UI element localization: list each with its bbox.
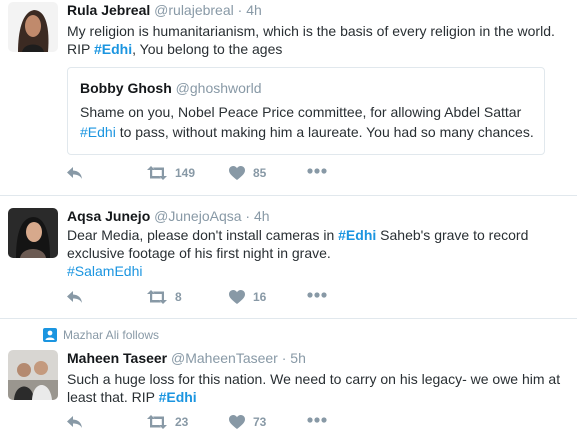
author-name[interactable]: Aqsa Junejo (67, 208, 150, 224)
reply-button[interactable] (67, 166, 83, 180)
avatar[interactable] (8, 2, 58, 52)
more-button[interactable] (307, 168, 327, 174)
retweet-icon (147, 290, 167, 304)
tweet-maheen-taseer: Mazhar Ali follows Maheen Taseer @Maheen… (0, 319, 577, 439)
social-context-text[interactable]: Mazhar Ali follows (63, 328, 159, 342)
avatar[interactable] (8, 208, 58, 258)
tweet-text-line: My religion is humanitarianism, which is… (67, 23, 555, 39)
tweet-aqsa-junejo: Aqsa Junejo @JunejoAqsa · 4h Dear Media,… (0, 196, 577, 318)
author-name[interactable]: Rula Jebreal (67, 2, 150, 18)
text-fragment: , You belong to the ages (132, 41, 283, 57)
tweet-header: Maheen Taseer @MaheenTaseer · 5h (67, 350, 306, 366)
hashtag-link[interactable]: #SalamEdhi (67, 263, 143, 279)
like-button[interactable]: 16 (229, 290, 266, 304)
tweet-text-line: least that. RIP #Edhi (67, 388, 567, 406)
reply-button[interactable] (67, 290, 83, 304)
more-icon (307, 292, 327, 298)
reply-button[interactable] (67, 415, 83, 429)
quoted-author-name: Bobby Ghosh (80, 80, 172, 96)
author-handle[interactable]: @MaheenTaseer (171, 350, 278, 366)
retweet-icon (147, 415, 167, 429)
text-fragment: to pass, without making him a laureate. … (115, 124, 534, 140)
tweet-header: Rula Jebreal @rulajebreal · 4h (67, 2, 262, 18)
more-icon (307, 168, 327, 174)
text-fragment: Saheb's grave to record (376, 227, 529, 243)
quoted-author-handle: @ghoshworld (175, 80, 262, 96)
tweet-text-line: Dear Media, please don't install cameras… (67, 226, 567, 244)
heart-icon (229, 290, 245, 304)
text-fragment: RIP (67, 41, 94, 57)
author-handle[interactable]: @rulajebreal (154, 2, 234, 18)
tweet-rula-jebreal: Rula Jebreal @rulajebreal · 4h My religi… (0, 0, 577, 195)
tweet-header: Aqsa Junejo @JunejoAqsa · 4h (67, 208, 270, 224)
heart-icon (229, 415, 245, 429)
retweet-count: 8 (175, 290, 182, 304)
retweet-button[interactable]: 23 (147, 415, 188, 429)
reply-icon (67, 167, 82, 179)
hashtag-link[interactable]: #Edhi (159, 389, 197, 405)
hashtag-link[interactable]: #Edhi (94, 41, 132, 57)
hashtag-link[interactable]: #Edhi (338, 227, 376, 243)
like-button[interactable]: 85 (229, 166, 266, 180)
social-context: Mazhar Ali follows (43, 328, 159, 342)
follow-icon (43, 328, 57, 342)
more-icon (307, 417, 327, 423)
reply-icon (67, 291, 82, 303)
author-name[interactable]: Maheen Taseer (67, 350, 167, 366)
quoted-tweet-text: Shame on you, Nobel Peace Price committe… (80, 102, 540, 142)
quoted-tweet[interactable]: Bobby Ghosh @ghoshworld Shame on you, No… (67, 67, 545, 155)
tweet-text-line: exclusive footage of his first night in … (67, 245, 331, 261)
quoted-tweet-header: Bobby Ghosh @ghoshworld (80, 80, 261, 96)
author-handle[interactable]: @JunejoAqsa (154, 208, 241, 224)
hashtag-link[interactable]: #Edhi (80, 124, 116, 140)
timestamp[interactable]: 5h (290, 350, 306, 366)
retweet-button[interactable]: 149 (147, 166, 195, 180)
retweet-button[interactable]: 8 (147, 290, 182, 304)
timestamp[interactable]: 4h (254, 208, 270, 224)
tweet-text-line: RIP #Edhi, You belong to the ages (67, 40, 567, 58)
retweet-count: 149 (175, 166, 196, 180)
quoted-text-line: #Edhi to pass, without making him a laur… (80, 122, 540, 142)
text-fragment: least that. RIP (67, 389, 159, 405)
avatar[interactable] (8, 350, 58, 400)
retweet-icon (147, 166, 167, 180)
more-button[interactable] (307, 417, 327, 423)
tweet-text-line: Such a huge loss for this nation. We nee… (67, 371, 561, 387)
more-button[interactable] (307, 292, 327, 298)
like-count: 85 (253, 166, 267, 180)
like-count: 73 (253, 415, 267, 429)
quoted-text-line: Shame on you, Nobel Peace Price committe… (80, 104, 522, 120)
separator: · (245, 208, 251, 224)
like-button[interactable]: 73 (229, 415, 266, 429)
timestamp[interactable]: 4h (246, 2, 262, 18)
tweet-text: Such a huge loss for this nation. We nee… (67, 370, 567, 406)
separator: · (237, 2, 243, 18)
tweet-text: Dear Media, please don't install cameras… (67, 226, 567, 280)
reply-icon (67, 416, 82, 428)
like-count: 16 (253, 290, 267, 304)
tweet-text-line: #SalamEdhi (67, 262, 567, 280)
tweet-text: My religion is humanitarianism, which is… (67, 22, 567, 58)
heart-icon (229, 166, 245, 180)
text-fragment: Dear Media, please don't install cameras… (67, 227, 339, 243)
retweet-count: 23 (175, 415, 189, 429)
separator: · (281, 350, 287, 366)
